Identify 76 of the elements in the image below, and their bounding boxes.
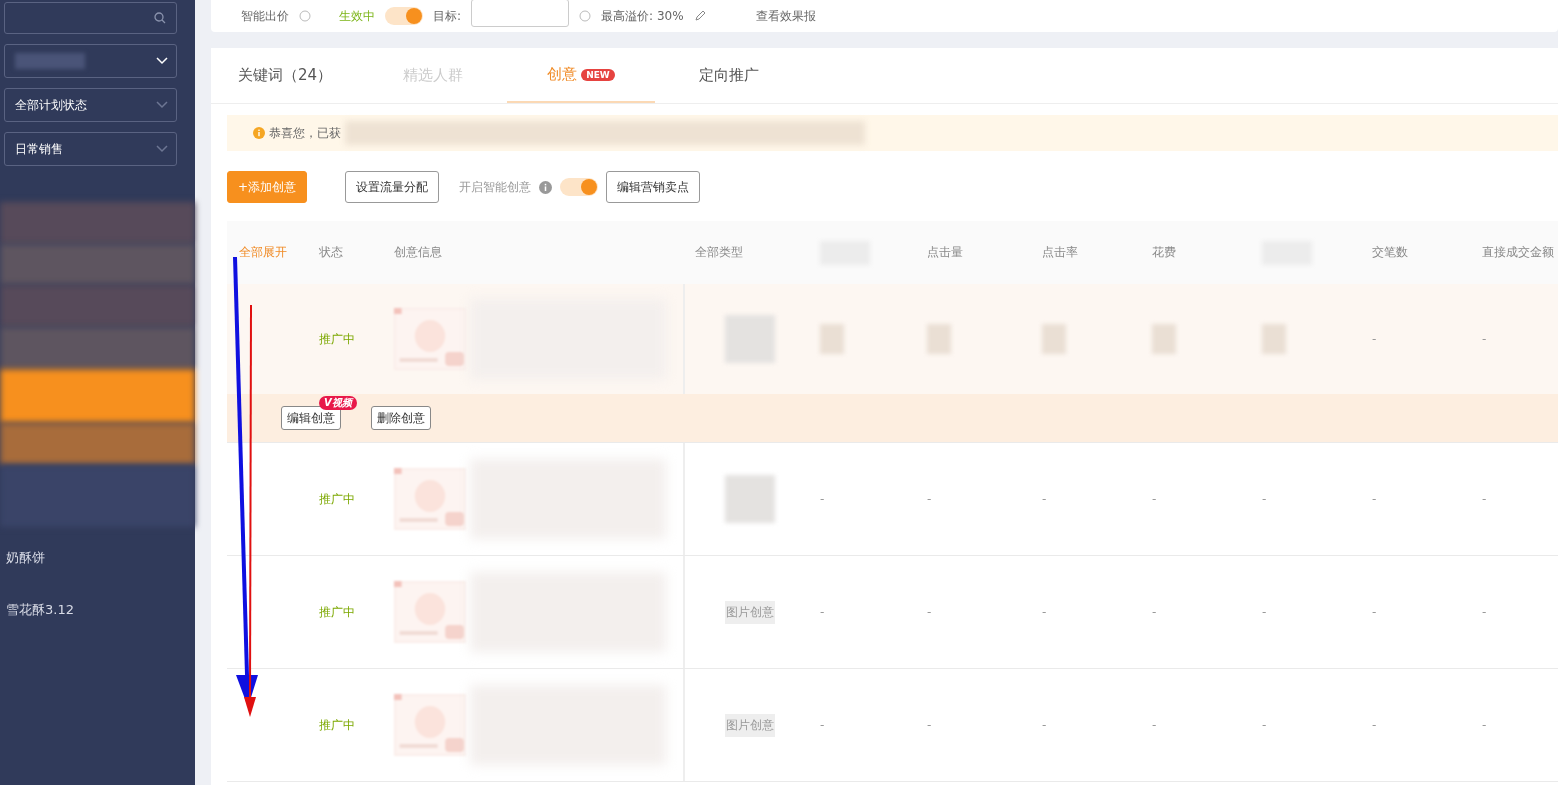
table-cell: - bbox=[1372, 718, 1377, 732]
max-premium: 最高溢价: 30% bbox=[601, 7, 684, 25]
toggle-switch[interactable] bbox=[560, 178, 599, 196]
column-header: 直接成交金额 bbox=[1481, 244, 1555, 261]
status-text: 推广中 bbox=[319, 603, 355, 621]
table-cell: - bbox=[1372, 332, 1377, 346]
column-header: 花费 bbox=[1151, 244, 1177, 261]
bid-status: 生效中 bbox=[339, 7, 375, 25]
status-text: 推广中 bbox=[319, 716, 355, 734]
search-icon bbox=[154, 12, 166, 24]
info-icon bbox=[253, 127, 265, 139]
table-cell: - bbox=[927, 492, 932, 506]
type-text: 图片创意 bbox=[725, 713, 775, 737]
table-cell: - bbox=[1482, 492, 1487, 506]
table-cell: - bbox=[1372, 605, 1377, 619]
status-text: 推广中 bbox=[319, 490, 355, 508]
row-action-button[interactable]: 删除创意 bbox=[371, 406, 431, 430]
pencil-icon[interactable] bbox=[693, 10, 706, 22]
bid-label: 智能出价 bbox=[241, 7, 289, 25]
redacted-block bbox=[927, 324, 951, 354]
table-cell: - bbox=[927, 605, 932, 619]
redacted-block bbox=[1152, 324, 1176, 354]
chevron-icon bbox=[156, 57, 168, 65]
chevron-icon bbox=[156, 101, 168, 109]
table-cell: - bbox=[1262, 605, 1267, 619]
table-cell: - bbox=[1152, 492, 1157, 506]
help-icon bbox=[299, 10, 311, 22]
smart-creative-label: 开启智能创意 bbox=[459, 178, 532, 196]
table-cell: - bbox=[1482, 332, 1487, 346]
status-text: 推广中 bbox=[319, 330, 355, 348]
report-link[interactable]: 查看效果报 bbox=[755, 7, 816, 25]
table-cell: - bbox=[1152, 718, 1157, 732]
column-header: 点击量 bbox=[926, 244, 964, 261]
dropdown[interactable]: 日常销售 bbox=[4, 132, 177, 166]
column-header: 点击率 bbox=[1041, 244, 1079, 261]
column-header: 全部类型 bbox=[694, 244, 744, 261]
redacted-block bbox=[1262, 324, 1286, 354]
table-cell: - bbox=[1482, 718, 1487, 732]
type-text: 图片创意 bbox=[725, 600, 775, 624]
table-cell: - bbox=[820, 605, 825, 619]
search-field[interactable] bbox=[4, 2, 177, 34]
table-cell: - bbox=[1042, 492, 1047, 506]
selling-points-button[interactable]: 编辑营销卖点 bbox=[606, 171, 701, 203]
column-header: 创意信息 bbox=[393, 244, 443, 261]
column-header: 状态 bbox=[318, 244, 344, 261]
table-cell: - bbox=[1042, 605, 1047, 619]
info-icon bbox=[539, 180, 553, 194]
table-cell: - bbox=[1262, 492, 1267, 506]
redacted-block bbox=[1042, 324, 1066, 354]
chevron-icon bbox=[156, 145, 168, 153]
tab[interactable]: 创意 NEW bbox=[507, 48, 655, 103]
redacted-block bbox=[725, 475, 775, 523]
redacted-block bbox=[15, 53, 85, 69]
tab[interactable]: 定向推广 bbox=[655, 48, 803, 103]
help-icon bbox=[579, 10, 592, 22]
sidebar-item[interactable]: 雪花酥3.12 bbox=[4, 589, 177, 631]
target-label: 目标: bbox=[433, 7, 462, 25]
table-cell: - bbox=[1482, 605, 1487, 619]
dropdown[interactable]: 全部计划状态 bbox=[4, 88, 177, 122]
traffic-button[interactable]: 设置流量分配 bbox=[345, 171, 440, 203]
column-header: 交笔数 bbox=[1371, 244, 1409, 261]
table-cell: - bbox=[1152, 605, 1157, 619]
table-cell: - bbox=[820, 718, 825, 732]
table-cell: - bbox=[927, 718, 932, 732]
video-badge: V视频 bbox=[319, 396, 357, 410]
table-cell: - bbox=[820, 492, 825, 506]
target-dropdown[interactable] bbox=[471, 0, 570, 27]
table-cell: - bbox=[1262, 718, 1267, 732]
redacted-block bbox=[820, 324, 844, 354]
dropdown[interactable] bbox=[4, 44, 177, 78]
table-cell: - bbox=[1372, 492, 1377, 506]
notice-text: 恭喜您，已获 bbox=[269, 124, 341, 142]
sidebar-item[interactable]: 奶酥饼 bbox=[4, 537, 177, 579]
tab[interactable]: 关键词（24） bbox=[211, 48, 359, 103]
toggle-switch[interactable] bbox=[385, 7, 423, 25]
table-cell: - bbox=[1042, 718, 1047, 732]
